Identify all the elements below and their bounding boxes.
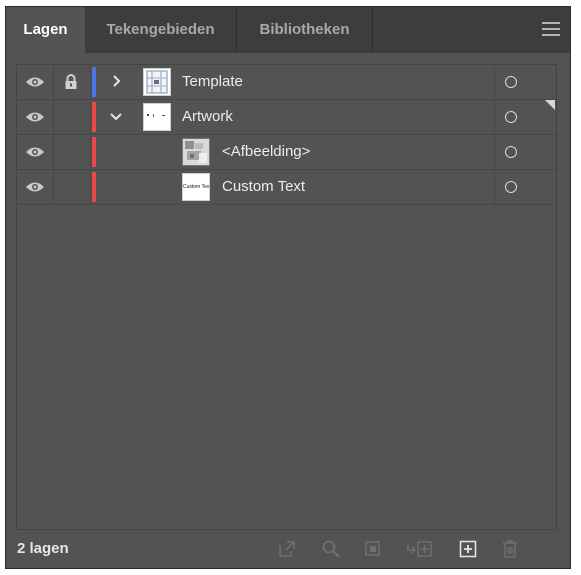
lock-toggle[interactable] [53, 170, 91, 204]
layers-list: Template Artwork <Afbeelding> Custom Tex… [16, 64, 557, 530]
tab-lagen[interactable]: Lagen [6, 7, 85, 53]
layer-color-bar [92, 137, 96, 167]
layer-color-bar [92, 67, 96, 97]
chevron-down-icon[interactable] [109, 109, 123, 123]
visibility-toggle[interactable] [17, 65, 54, 99]
target-cell[interactable] [494, 170, 557, 204]
lock-icon [65, 74, 77, 89]
clipping-mask-icon[interactable] [363, 539, 383, 559]
target-circle-icon[interactable] [505, 76, 517, 88]
layer-name[interactable]: <Afbeelding> [222, 135, 310, 169]
target-circle-icon[interactable] [505, 111, 517, 123]
export-icon[interactable] [277, 539, 297, 559]
layer-thumbnail: Custom Text [182, 173, 210, 201]
eye-icon [26, 112, 44, 122]
layer-thumbnail [143, 68, 171, 96]
thumbnail-text: Custom Text [183, 184, 210, 190]
lock-toggle[interactable] [53, 100, 91, 134]
layer-thumbnail [143, 103, 171, 131]
eye-icon [26, 182, 44, 192]
target-circle-icon[interactable] [505, 146, 517, 158]
lock-toggle[interactable] [53, 135, 91, 169]
chevron-right-icon[interactable] [109, 74, 123, 88]
layer-name[interactable]: Template [182, 65, 243, 99]
tab-tekengebieden[interactable]: Tekengebieden [85, 7, 237, 53]
layer-row-custom-text[interactable]: Custom Text Custom Text [17, 170, 556, 205]
layer-color-bar [92, 102, 96, 132]
layer-name[interactable]: Custom Text [222, 170, 305, 204]
layer-count: 2 lagen [17, 540, 69, 557]
hamburger-menu-icon[interactable] [542, 22, 560, 36]
layer-color-bar [92, 172, 96, 202]
layer-thumbnail [182, 138, 210, 166]
layers-panel: Lagen Tekengebieden Bibliotheken Templat… [5, 6, 571, 569]
layer-row-afbeelding[interactable]: <Afbeelding> [17, 135, 556, 170]
eye-icon [26, 147, 44, 157]
target-cell[interactable] [494, 100, 557, 134]
layer-name[interactable]: Artwork [182, 100, 233, 134]
lock-toggle[interactable] [53, 65, 91, 99]
target-cell[interactable] [494, 65, 557, 99]
eye-icon [26, 77, 44, 87]
panel-footer: 2 lagen [6, 530, 570, 568]
target-circle-icon[interactable] [505, 181, 517, 193]
layer-row-artwork[interactable]: Artwork [17, 100, 556, 135]
delete-icon[interactable] [500, 539, 520, 559]
new-layer-icon[interactable] [458, 539, 478, 559]
tab-bibliotheken[interactable]: Bibliotheken [237, 7, 373, 53]
visibility-toggle[interactable] [17, 100, 54, 134]
selection-indicator-icon [545, 100, 555, 110]
layer-row-template[interactable]: Template [17, 65, 556, 100]
tab-bar: Lagen Tekengebieden Bibliotheken [6, 7, 570, 53]
move-to-layer-icon[interactable] [406, 539, 434, 559]
visibility-toggle[interactable] [17, 170, 54, 204]
visibility-toggle[interactable] [17, 135, 54, 169]
search-icon[interactable] [321, 539, 341, 559]
target-cell[interactable] [494, 135, 557, 169]
